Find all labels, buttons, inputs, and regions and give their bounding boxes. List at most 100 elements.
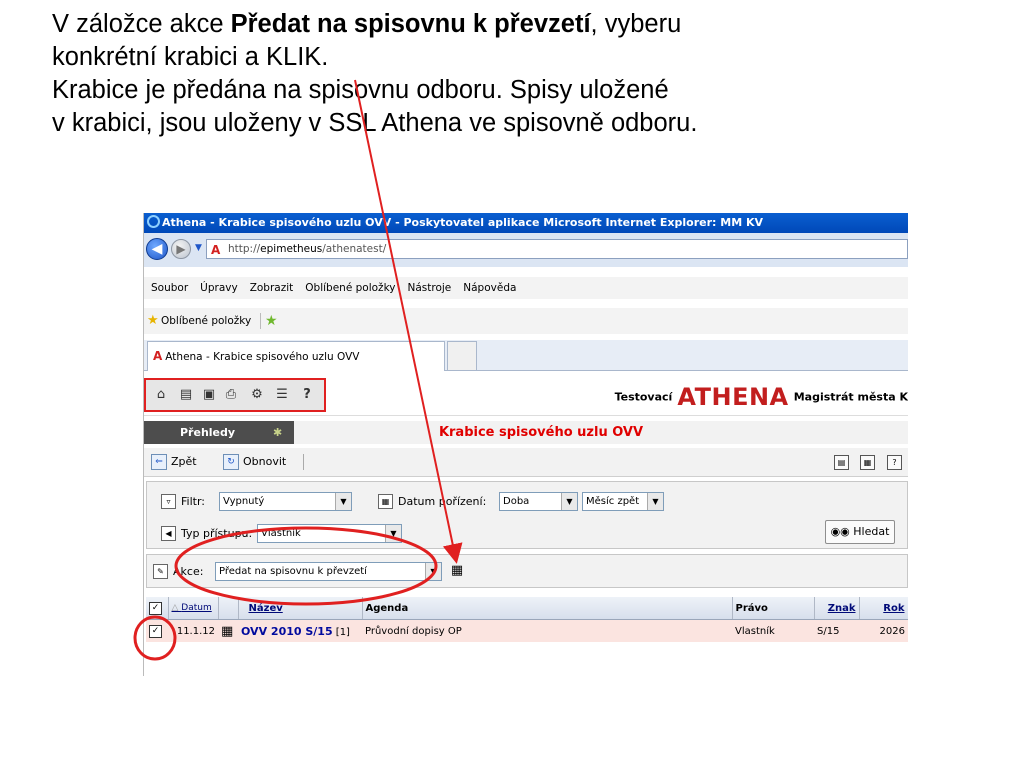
menu-view[interactable]: Zobrazit [250, 282, 294, 294]
filter-field: ▿ Filtr: [161, 491, 205, 511]
document-icon[interactable]: ▤ [178, 387, 194, 403]
menu-edit[interactable]: Úpravy [200, 282, 238, 294]
slide-line-1-pre: V záložce akce [52, 10, 231, 38]
header-datum-label: Datum [181, 603, 212, 613]
favorites-star-icon[interactable]: ★ [147, 308, 159, 334]
calendar-icon: ▦ [378, 493, 393, 509]
row-checkbox[interactable]: ✓ [149, 624, 162, 638]
box-icon: ▦ [218, 619, 238, 642]
header-icon [218, 597, 239, 620]
akce-select[interactable]: Předat na spisovnu k převzetí ▼ [215, 562, 442, 581]
tab-label: Athena - Krabice spisového uzlu OVV [165, 351, 360, 363]
row-count: [1] [335, 626, 350, 638]
print-icon[interactable]: ⎙ [223, 387, 239, 403]
app-icon-group: ⌂ ▤ ▣ ⎙ ⚙ ☰ ? [144, 378, 326, 412]
back-button[interactable]: ⇐ Zpět [151, 448, 197, 476]
row-agenda: Průvodní dopisy OP [362, 619, 732, 642]
access-value: Vlastník [261, 528, 301, 539]
new-tab-button[interactable] [447, 341, 477, 370]
row-datum: 11.1.12 [168, 619, 218, 642]
execute-action-icon[interactable]: ▦ [448, 562, 466, 580]
search-button[interactable]: ◉◉ Hledat [825, 520, 895, 544]
search-label: Hledat [853, 525, 890, 538]
row-checkbox-cell[interactable]: ✓ [146, 619, 168, 642]
header-rok[interactable]: Rok [859, 597, 908, 620]
menu-help[interactable]: Nápověda [463, 282, 516, 294]
add-favorite-icon[interactable]: ★ [265, 308, 278, 334]
refresh-icon: ↻ [223, 454, 239, 470]
period-select[interactable]: Měsíc zpět ▼ [582, 492, 664, 511]
tab-athena-icon: A [153, 349, 163, 363]
date-field: ▦ Datum pořízení: [378, 491, 486, 511]
page-title: Krabice spisového uzlu OVV [438, 425, 644, 440]
help-icon[interactable]: ? [887, 455, 902, 470]
history-dropdown-icon[interactable]: ▼ [195, 243, 202, 253]
url-prefix: http:// [228, 243, 261, 255]
settings-icon[interactable]: ⚙ [249, 387, 265, 403]
prehledy-label: Přehledy [180, 426, 236, 439]
refresh-button[interactable]: ↻ Obnovit [223, 448, 286, 476]
period-value: Měsíc zpět [586, 496, 640, 507]
header-znak[interactable]: Znak [814, 597, 860, 620]
back-arrow-icon[interactable]: ◀ [146, 238, 168, 260]
url-host: epimetheus [260, 243, 323, 255]
pin-icon[interactable]: ✱ [273, 421, 282, 444]
prehledy-tab[interactable]: Přehledy ✱ [144, 421, 294, 444]
boxes-table: ✓ △ Datum Název Agenda Právo Znak Rok ✓ … [146, 597, 908, 642]
access-type-icon: ◀ [161, 525, 176, 541]
forward-arrow-icon[interactable]: ▶ [171, 239, 191, 259]
export-icon[interactable]: ▦ [860, 455, 875, 470]
action-toolbar: ⇐ Zpět ↻ Obnovit ▤ ▦ ? [144, 448, 908, 477]
filter-label: Filtr: [181, 494, 205, 508]
results-table: ✓ △ Datum Název Agenda Právo Znak Rok ✓ … [146, 597, 908, 676]
brand-prefix: Testovací [614, 390, 673, 404]
menu-file[interactable]: Soubor [151, 282, 188, 294]
select-all-checkbox[interactable]: ✓ [149, 601, 162, 615]
date-label: Datum pořízení: [398, 494, 487, 508]
url-input[interactable]: A http://epimetheus/athenatest/ [206, 239, 908, 259]
app-toolbar: ⌂ ▤ ▣ ⎙ ⚙ ☰ ? Testovací ATHENA Magistrát… [144, 373, 908, 416]
tab-row: A Athena - Krabice spisového uzlu OVV [144, 340, 908, 371]
menu-favorites[interactable]: Oblíbené položky [305, 282, 395, 294]
chevron-down-icon: ▼ [647, 493, 663, 510]
header-datum[interactable]: △ Datum [168, 597, 219, 620]
table-row[interactable]: ✓ 11.1.12 ▦ OVV 2010 S/15 [1] Průvodní d… [146, 619, 908, 642]
akce-field: ✎ Akce: [153, 561, 203, 581]
slide-line-2: konkrétní krabici a KLIK. [52, 43, 329, 71]
browser-tab[interactable]: A Athena - Krabice spisového uzlu OVV [147, 341, 445, 371]
menu-tools[interactable]: Nástroje [408, 282, 452, 294]
filter-panel: ▿ Filtr: Vypnutý ▼ ▦ Datum pořízení: Doba ▼ … [146, 481, 908, 549]
copy-icon[interactable]: ▣ [201, 387, 217, 403]
print-icon[interactable]: ▤ [834, 455, 849, 470]
row-nazev-link[interactable]: OVV 2010 S/15 [241, 625, 333, 638]
row-rok: 2026 [859, 619, 908, 642]
notes-icon[interactable]: ☰ [274, 387, 290, 403]
back-icon: ⇐ [151, 454, 167, 470]
access-select[interactable]: Vlastník ▼ [257, 524, 402, 543]
access-field: ◀ Typ přístupu: [161, 523, 252, 543]
header-agenda[interactable]: Agenda [362, 597, 733, 620]
brand-suffix: Magistrát města K [793, 390, 908, 404]
address-bar: ◀ ▶ ▼ A http://epimetheus/athenatest/ [144, 233, 908, 267]
date-select[interactable]: Doba ▼ [499, 492, 578, 511]
filter-select[interactable]: Vypnutý ▼ [219, 492, 352, 511]
row-znak: S/15 [814, 619, 859, 642]
favorites-separator [260, 313, 261, 329]
header-pravo[interactable]: Právo [732, 597, 815, 620]
section-row: Přehledy ✱ Krabice spisového uzlu OVV [144, 421, 908, 444]
slide-line-1-post: , vyberu [590, 10, 682, 38]
select-all-cell[interactable]: ✓ [146, 597, 169, 620]
search-binoculars-icon: ◉◉ [830, 525, 854, 538]
url-text: http://epimetheus/athenatest/ [228, 240, 386, 258]
row-pravo: Vlastník [732, 619, 814, 642]
help-icon[interactable]: ? [299, 387, 315, 403]
row-nazev-cell[interactable]: OVV 2010 S/15 [1] [238, 619, 362, 642]
back-label: Zpět [171, 455, 197, 468]
chevron-down-icon: ▼ [335, 493, 351, 510]
home-icon[interactable]: ⌂ [153, 387, 169, 403]
url-path: /athenatest/ [322, 243, 387, 255]
slide-line-3: Krabice je předána na spisovnu odboru. S… [52, 76, 669, 104]
favorites-button[interactable]: Oblíbené položky [161, 308, 251, 334]
header-nazev[interactable]: Název [238, 597, 363, 620]
date-value: Doba [503, 496, 530, 507]
